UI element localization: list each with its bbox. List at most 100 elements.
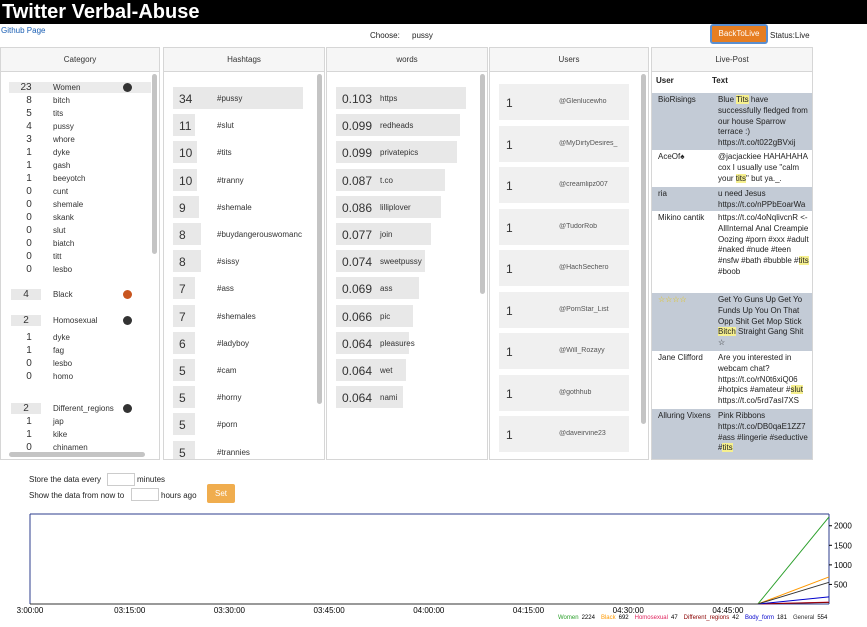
word-item[interactable]: 0.074 sweetpussy	[336, 250, 425, 273]
hashtag-item[interactable]: 11 #slut	[173, 114, 234, 137]
live-post-row[interactable]: ria u need Jesus https://t.co/nPPbEoarWa	[652, 187, 812, 211]
x-tick-label: 03:30:00	[214, 606, 246, 615]
y-tick-label: 1000	[834, 561, 852, 570]
user-item[interactable]: 1 @gothhub	[499, 374, 629, 411]
word-label: t.co	[380, 175, 393, 185]
category-count: 1	[26, 416, 32, 427]
user-handle: @HachSechero	[559, 264, 609, 271]
category-label: dyke	[53, 333, 70, 342]
hashtag-item[interactable]: 9 #shemale	[173, 195, 252, 218]
word-item[interactable]: 0.099 privatepics	[336, 141, 457, 164]
hashtag-item[interactable]: 34 #pussy	[173, 87, 303, 109]
y-tick-label: 2000	[834, 522, 852, 531]
user-item[interactable]: 1 @HachSechero	[499, 250, 629, 286]
hashtags-vertical-scrollbar[interactable]	[317, 74, 322, 404]
live-post-panel: Live-Post User Text BioRisings Blue Tits …	[651, 47, 813, 460]
word-item[interactable]: 0.064 nami	[336, 386, 403, 409]
user-item[interactable]: 1 @TudorRob	[499, 208, 629, 245]
legend-value: 47	[670, 615, 678, 621]
live-post-row[interactable]: Alluring Vixens Pink Ribbons https://t.co…	[652, 409, 812, 459]
user-item[interactable]: 1 @daveirvine23	[499, 416, 629, 452]
hashtag-item[interactable]: 5 #porn	[173, 413, 237, 436]
word-item[interactable]: 0.103 https	[336, 87, 466, 109]
category-label: jap	[53, 417, 64, 426]
user-item[interactable]: 1 @Will_Rozayy	[499, 333, 629, 369]
word-item[interactable]: 0.077 join	[336, 223, 431, 245]
word-label: sweetpussy	[380, 257, 422, 267]
hashtag-label: #cam	[217, 366, 237, 375]
user-item[interactable]: 1 @MyDirtyDesires_	[499, 125, 629, 162]
hashtag-label: #shemales	[217, 311, 256, 321]
user-count: 1	[506, 220, 513, 235]
word-item[interactable]: 0.064 wet	[336, 359, 406, 381]
x-tick-label: 03:15:00	[114, 606, 146, 615]
category-label: Different_regions	[53, 404, 114, 413]
live-post-row[interactable]: AceOf♠ @jacjackiee HAHAHAHA cox I usually…	[652, 150, 812, 187]
category-panel: Category 23 Women 8 bitch 5 tits 4 pussy 3 whor…	[0, 47, 160, 460]
word-item[interactable]: 0.087 t.co	[336, 168, 445, 191]
hashtags-header: Hashtags	[164, 48, 324, 72]
hashtag-count: 5	[179, 418, 186, 433]
user-item[interactable]: 1 @Glenlucewho	[499, 84, 629, 120]
category-label: bitch	[53, 96, 70, 105]
words-panel: words 0.103 https 0.099 redheads 0.099 privat…	[326, 47, 488, 460]
words-vertical-scrollbar[interactable]	[480, 74, 485, 294]
word-item[interactable]: 0.069 ass	[336, 277, 419, 300]
x-tick-label: 03:45:00	[314, 606, 346, 615]
hashtag-label: #trannies	[217, 447, 250, 457]
hashtag-count: 5	[179, 364, 186, 378]
hashtag-item[interactable]: 10 #tits	[173, 141, 232, 164]
word-item[interactable]: 0.099 redheads	[336, 114, 460, 137]
category-count: 0	[26, 212, 32, 223]
category-label: skank	[53, 213, 74, 222]
user-item[interactable]: 1 @creamlipz007	[499, 167, 629, 203]
word-item[interactable]: 0.086 lilliplover	[336, 195, 441, 218]
hashtag-label: #ladyboy	[217, 338, 250, 348]
hashtag-item[interactable]: 6 #ladyboy	[173, 331, 249, 354]
hashtag-label: #buydangerouswomanc	[217, 230, 302, 239]
legend-item: Women 2224	[558, 615, 598, 621]
hashtag-count: 34	[179, 92, 193, 106]
user-item[interactable]: 1 @PornStar_List	[499, 291, 629, 328]
hashtag-item[interactable]: 7 #shemales	[173, 304, 256, 327]
hashtag-item[interactable]: 8 #buydangerouswomanc	[173, 223, 302, 245]
hashtag-item[interactable]: 10 #tranny	[173, 168, 244, 191]
live-post-row[interactable]: Mikino cantik https://t.co/4oNqlivcnR <-A…	[652, 211, 812, 293]
hashtag-label: #pussy	[217, 94, 243, 103]
hashtag-item[interactable]: 7 #ass	[173, 277, 234, 300]
legend-item: Body_form 181	[745, 615, 790, 621]
x-tick-label: 04:00:00	[413, 606, 445, 615]
legend-value: 42	[732, 615, 739, 621]
word-item[interactable]: 0.064 pleasures	[336, 331, 415, 354]
legend-value: 692	[618, 615, 629, 621]
category-count: 0	[26, 251, 32, 262]
word-item[interactable]: 0.066 pic	[336, 304, 413, 327]
category-horizontal-scrollbar[interactable]	[9, 452, 145, 457]
category-count: 1	[26, 429, 32, 440]
hashtag-item[interactable]: 5 #horny	[173, 386, 241, 409]
word-score: 0.077	[342, 228, 373, 242]
post-text-part: Are you interested in webcam chat? https…	[718, 353, 798, 395]
hashtag-count: 5	[179, 445, 186, 460]
series-line-general	[30, 581, 830, 605]
live-post-row[interactable]: BioRisings Blue Tits have successfully fl…	[652, 93, 812, 150]
live-post-row[interactable]: Jane Clifford Are you interested in webca…	[652, 351, 812, 409]
category-count: 0	[26, 199, 32, 210]
hashtag-item[interactable]: 8 #sissy	[173, 250, 239, 273]
category-label: whore	[53, 135, 75, 144]
store-interval-input[interactable]	[107, 473, 135, 486]
x-tick-label: 04:45:00	[712, 606, 744, 615]
word-score: 0.064	[342, 336, 373, 351]
github-link[interactable]: Github Page	[1, 26, 45, 35]
back-to-live-button[interactable]: BackToLive	[710, 24, 768, 44]
live-post-row[interactable]: ☆☆☆☆ Get Yo Guns Up Get Yo Funds Up You O…	[652, 293, 812, 351]
category-vertical-scrollbar[interactable]	[152, 74, 157, 254]
category-label: lesbo	[53, 265, 73, 274]
hashtag-item[interactable]: 5 #trannies	[173, 440, 250, 460]
post-user: Jane Clifford	[658, 353, 703, 362]
hashtag-item[interactable]: 5 #cam	[173, 359, 237, 381]
users-vertical-scrollbar[interactable]	[641, 74, 646, 424]
show-unit: hours ago	[161, 491, 197, 500]
store-unit: minutes	[137, 475, 166, 484]
word-label: https	[380, 94, 398, 103]
